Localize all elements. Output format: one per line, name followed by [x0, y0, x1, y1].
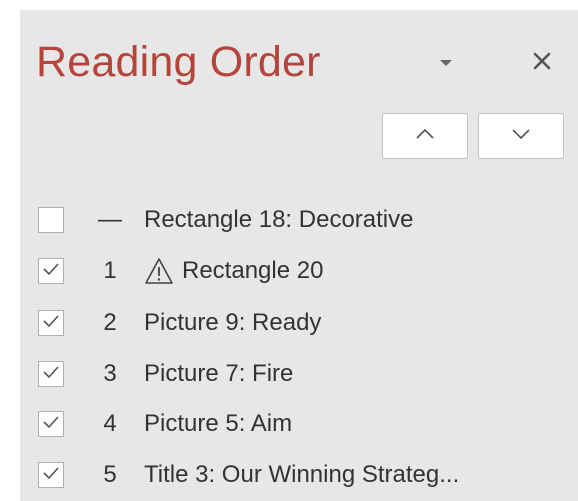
move-down-button[interactable] — [478, 113, 564, 159]
item-checkbox[interactable] — [38, 462, 64, 488]
checkmark-icon — [42, 314, 60, 333]
checkmark-icon — [42, 262, 60, 281]
pane-options-button[interactable] — [432, 50, 460, 78]
order-number: 4 — [103, 410, 117, 437]
list-item[interactable]: 3 Picture 7: Fire — [38, 357, 558, 391]
item-label-text: Picture 9: Ready — [144, 309, 322, 336]
close-pane-button[interactable] — [525, 46, 559, 80]
item-label-text: Rectangle 20 — [182, 257, 324, 284]
item-label-text: Picture 5: Aim — [144, 410, 293, 437]
checkmark-icon — [42, 365, 60, 384]
item-label-text: Picture 7: Fire — [144, 360, 294, 387]
order-number: 1 — [103, 257, 117, 284]
item-label[interactable]: Rectangle 18: Decorative — [144, 203, 413, 237]
order-number: 5 — [103, 461, 117, 488]
item-label-text: Title 3: Our Winning Strateg... — [144, 461, 460, 488]
warning-icon — [144, 257, 174, 285]
list-item[interactable]: — Rectangle 18: Decorative — [38, 203, 558, 237]
pane-title: Reading Order — [36, 38, 321, 86]
item-checkbox[interactable] — [38, 310, 64, 336]
list-item[interactable]: 1 Rectangle 20 — [38, 254, 558, 288]
item-label-text: Rectangle 18: Decorative — [144, 206, 414, 233]
move-up-button[interactable] — [382, 113, 468, 159]
chevron-down-icon — [511, 127, 531, 145]
order-number: 3 — [103, 360, 117, 387]
order-number: 2 — [103, 309, 117, 336]
item-checkbox[interactable] — [38, 361, 64, 387]
order-number: — — [98, 206, 122, 233]
close-icon — [533, 52, 551, 75]
checkmark-icon — [42, 415, 60, 434]
list-item[interactable]: 5 Title 3: Our Winning Strateg... — [38, 458, 558, 492]
chevron-up-icon — [415, 127, 435, 145]
item-label[interactable]: Rectangle 20 — [144, 254, 323, 288]
item-label[interactable]: Picture 5: Aim — [144, 407, 292, 441]
item-checkbox[interactable] — [38, 411, 64, 437]
checkmark-icon — [42, 466, 60, 485]
item-label[interactable]: Title 3: Our Winning Strateg... — [144, 458, 459, 492]
list-item[interactable]: 4 Picture 5: Aim — [38, 407, 558, 441]
item-checkbox[interactable] — [38, 207, 64, 233]
reading-order-pane: Reading Order — Rectangle 18: Decorative — [20, 10, 578, 501]
list-item[interactable]: 2 Picture 9: Ready — [38, 306, 558, 340]
caret-down-icon — [439, 55, 453, 73]
item-label[interactable]: Picture 9: Ready — [144, 306, 321, 340]
item-label[interactable]: Picture 7: Fire — [144, 357, 293, 391]
item-checkbox[interactable] — [38, 258, 64, 284]
